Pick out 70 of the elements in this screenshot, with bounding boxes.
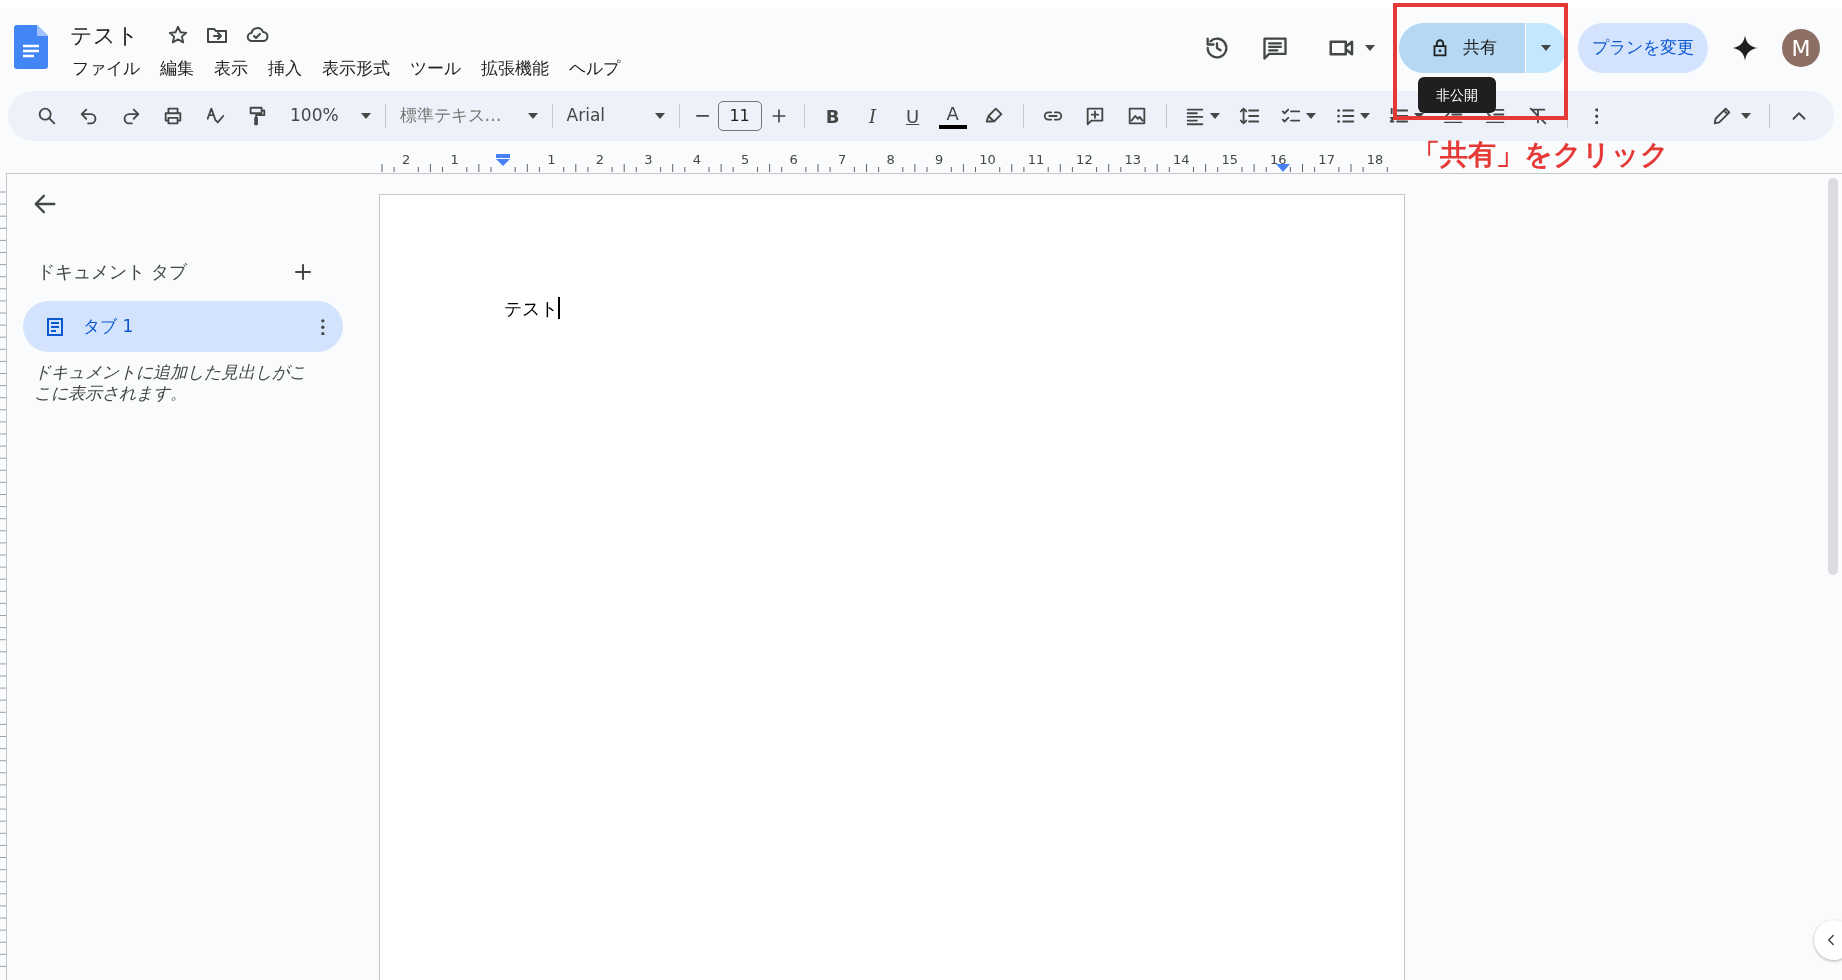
caret-icon (1359, 113, 1370, 119)
side-panel-toggle[interactable] (1814, 920, 1842, 960)
caret-icon (1541, 45, 1551, 51)
document-tab[interactable]: タブ 1 (23, 301, 343, 352)
ruler-number: 5 (741, 153, 750, 166)
minus-icon (695, 115, 710, 117)
caret-icon (1209, 113, 1220, 119)
ruler-number: 2 (595, 153, 605, 166)
more-options-icon (1594, 107, 1599, 125)
ruler-number: 13 (1124, 153, 1142, 166)
menu-item[interactable]: ツール (400, 53, 471, 84)
paragraph-style-dropdown[interactable]: 標準テキス… (393, 103, 544, 129)
ruler-number: 8 (886, 153, 895, 166)
ruler-number: 1 (547, 153, 556, 166)
font-dropdown[interactable]: Arial (560, 103, 671, 129)
caret-icon (527, 113, 538, 119)
caret-icon (360, 113, 371, 119)
ruler-number: 11 (1027, 153, 1045, 166)
menu-item[interactable]: 拡張機能 (471, 53, 559, 84)
annotation-text: 「共有」をクリック (1412, 137, 1669, 173)
ruler-number: 12 (1076, 153, 1093, 166)
ruler-number: 17 (1318, 153, 1335, 166)
bold-button[interactable]: B (812, 99, 853, 133)
document-page[interactable]: テスト (379, 194, 1405, 980)
menu-item[interactable]: 挿入 (258, 53, 312, 84)
menu-item[interactable]: ヘルプ (559, 53, 630, 84)
more-vert-icon[interactable] (321, 318, 325, 335)
menu-item[interactable]: 編集 (150, 53, 204, 84)
left-indent-marker[interactable] (496, 154, 510, 166)
menu-item[interactable]: ファイル (62, 53, 150, 84)
text-cursor (558, 297, 560, 319)
search-icon (36, 105, 58, 127)
change-plan-button[interactable]: プランを変更 (1578, 23, 1708, 73)
tabs-heading: ドキュメント タブ (37, 260, 187, 284)
share-button[interactable]: 共有 (1399, 23, 1526, 73)
print-icon (162, 105, 184, 127)
ruler-number: 18 (1366, 153, 1384, 166)
ruler-number: 10 (979, 153, 996, 166)
ruler-number: 9 (934, 153, 944, 166)
caret-icon (654, 113, 665, 119)
ruler-number: 15 (1221, 153, 1238, 166)
ruler-number: 4 (692, 153, 701, 166)
pencil-icon (1711, 105, 1733, 127)
scrollbar-thumb[interactable] (1828, 178, 1838, 575)
ruler-number: 1 (450, 153, 459, 166)
ruler-number: 2 (401, 153, 411, 166)
document-text[interactable]: テスト (504, 298, 558, 319)
document-title[interactable]: テスト (62, 18, 139, 52)
share-tooltip: 非公開 (1418, 77, 1496, 113)
account-avatar[interactable]: M (1782, 29, 1820, 67)
caret-icon (1741, 113, 1751, 119)
ruler-number: 16 (1269, 153, 1287, 166)
caret-icon (1365, 45, 1375, 51)
right-indent-marker[interactable] (1276, 164, 1291, 172)
docs-logo-icon[interactable] (14, 25, 48, 69)
headings-hint: ドキュメントに追加した見出しがここに表示されます。 (34, 362, 307, 405)
caret-icon (1413, 113, 1424, 119)
italic-button[interactable]: I (852, 99, 893, 133)
ruler-number: 14 (1173, 153, 1190, 166)
ruler-number: 7 (838, 153, 847, 166)
text-color-button[interactable]: A (938, 103, 967, 129)
line-spacing-icon (1238, 105, 1261, 127)
caret-icon (1305, 113, 1316, 119)
zoom-dropdown[interactable]: 100% (284, 103, 377, 129)
underline-button[interactable]: U (892, 99, 933, 133)
menu-item[interactable]: 表示 (204, 53, 258, 84)
ruler-number: 6 (789, 153, 798, 166)
menu-item[interactable]: 表示形式 (312, 53, 400, 84)
ruler-number: 3 (644, 153, 653, 166)
font-size-field[interactable]: 11 (717, 101, 762, 131)
